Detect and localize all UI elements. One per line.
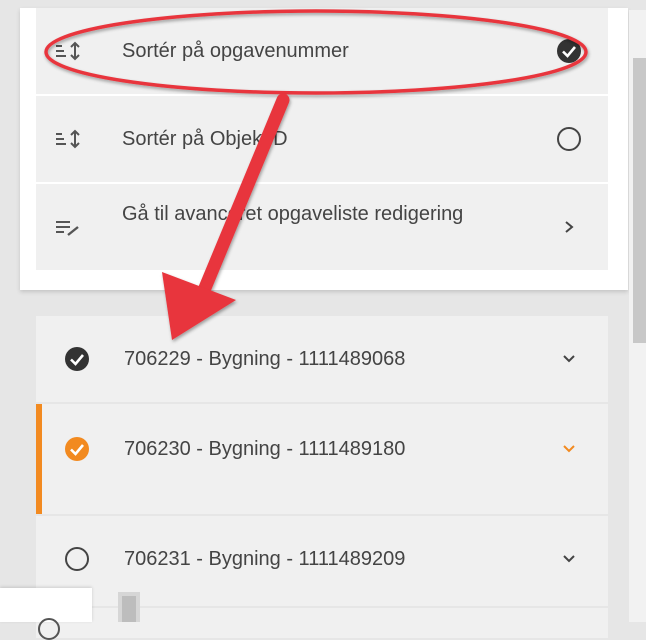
checked-circle-icon (64, 436, 90, 462)
empty-circle-icon (38, 618, 60, 640)
sort-by-object-id-option[interactable]: Sortér på ObjektID (36, 96, 608, 182)
chevron-right-icon (556, 214, 582, 240)
menu-option-label: Gå til avanceret opgaveliste redigering (122, 203, 464, 225)
task-list-item-active[interactable]: 706230 - Bygning - 1111489180 (36, 404, 608, 514)
active-indicator (36, 404, 42, 514)
sort-by-task-number-option[interactable]: Sortér på opgavenummer (36, 8, 608, 94)
secondary-scrollbar-thumb[interactable] (122, 596, 136, 622)
scrollbar-thumb[interactable] (633, 58, 646, 343)
chevron-down-icon[interactable] (560, 350, 578, 368)
edit-list-icon (54, 216, 84, 238)
advanced-task-list-option[interactable]: Gå til avanceret opgaveliste redigering (36, 184, 608, 270)
task-list-item[interactable]: 706229 - Bygning - 1111489068 (36, 316, 608, 402)
chevron-down-icon[interactable] (560, 550, 578, 568)
sort-icon (54, 40, 84, 62)
checked-circle-icon (556, 38, 582, 64)
empty-circle-icon (556, 126, 582, 152)
overlapping-window (0, 588, 92, 640)
sort-menu-panel: Sortér på opgavenummer Sortér på ObjektI… (20, 8, 628, 290)
sort-icon (54, 128, 84, 150)
task-label: 706230 - Bygning - 1111489180 (124, 438, 406, 460)
sort-option-label: Sortér på opgavenummer (122, 40, 349, 62)
checked-circle-icon (64, 346, 90, 372)
empty-circle-icon (64, 546, 90, 572)
sort-option-label: Sortér på ObjektID (122, 128, 288, 150)
task-label: 706231 - Bygning - 1111489209 (124, 548, 406, 570)
task-label: 706229 - Bygning - 1111489068 (124, 348, 406, 370)
chevron-down-icon[interactable] (560, 440, 578, 458)
